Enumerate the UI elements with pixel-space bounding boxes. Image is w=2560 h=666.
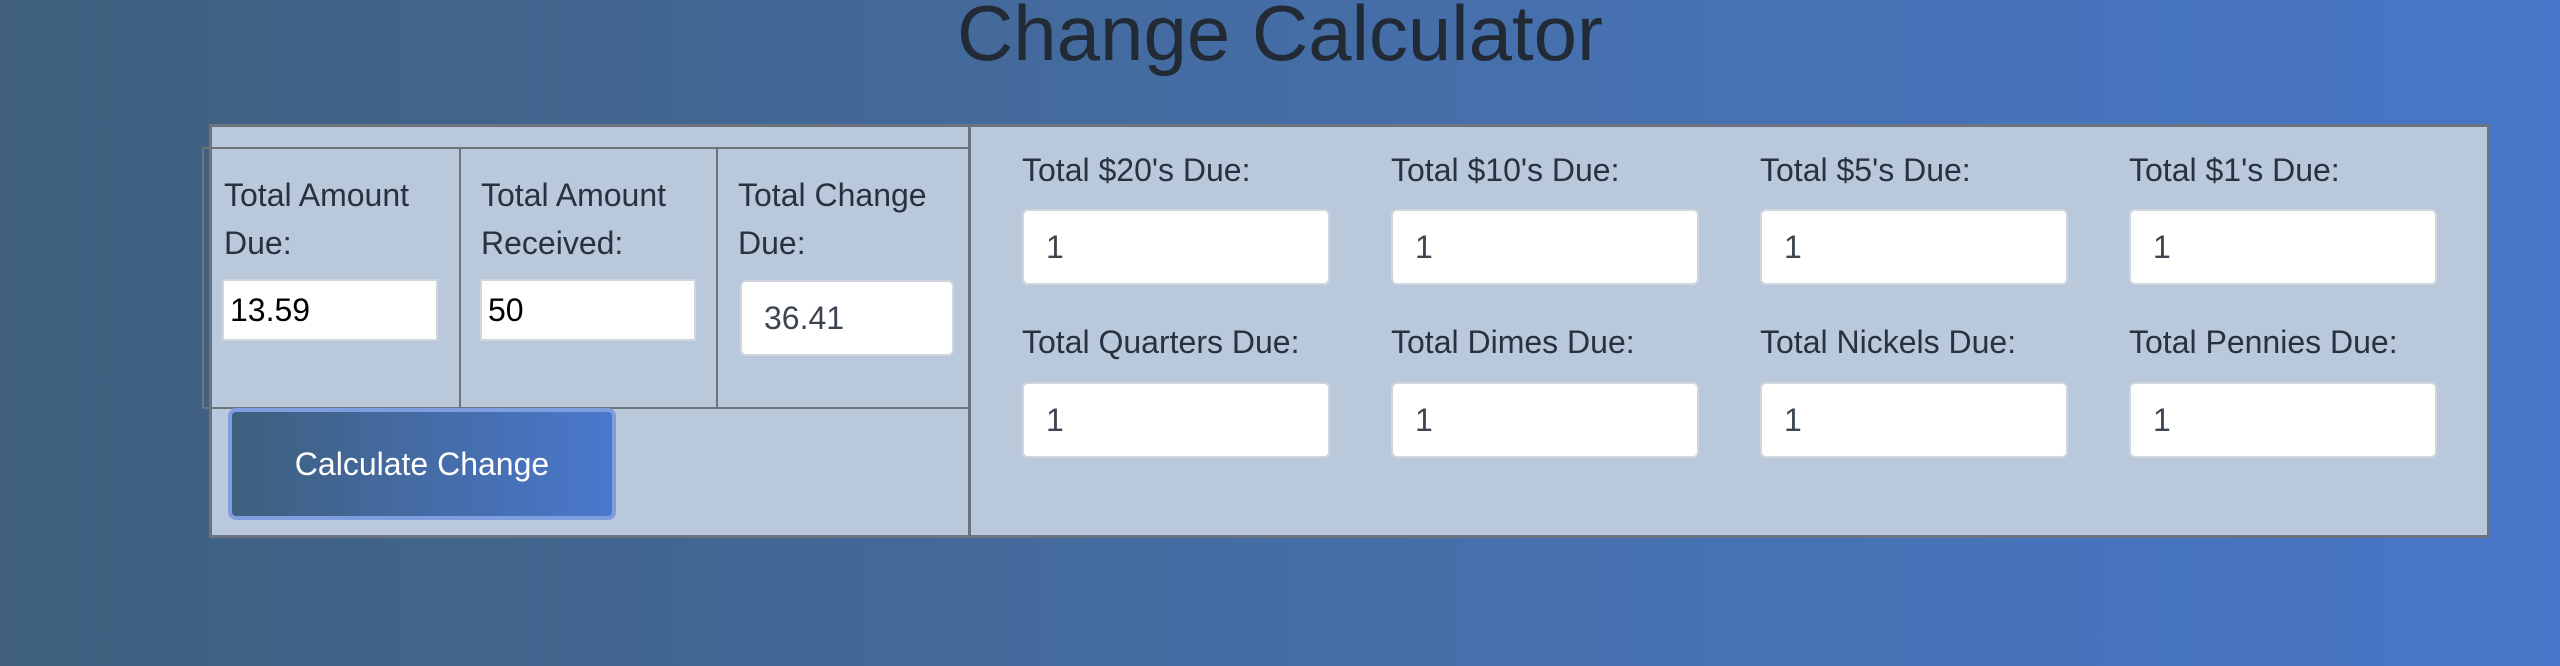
tens-label: Total $10's Due: — [1391, 152, 1620, 188]
ones-output — [2129, 209, 2437, 285]
amount-received-label-line2: Received: — [481, 225, 624, 261]
quarters-output — [1022, 382, 1330, 458]
tens-output — [1391, 209, 1699, 285]
change-due-label: Total Change Due: — [738, 171, 927, 267]
dimes-output — [1391, 382, 1699, 458]
change-due-output — [740, 280, 954, 356]
change-due-cell: Total Change Due: — [716, 147, 975, 409]
amount-due-cell: Total Amount Due: — [202, 147, 461, 409]
amount-due-label-line1: Total Amount — [224, 177, 409, 213]
fives-label: Total $5's Due: — [1760, 152, 1971, 188]
change-due-label-line2: Due: — [738, 225, 806, 261]
amount-received-input[interactable] — [480, 279, 696, 341]
amount-due-input[interactable] — [222, 279, 438, 341]
ones-label: Total $1's Due: — [2129, 152, 2340, 188]
change-due-label-line1: Total Change — [738, 177, 927, 213]
quarters-label: Total Quarters Due: — [1022, 324, 1300, 360]
amount-received-label-line1: Total Amount — [481, 177, 666, 213]
amount-due-label: Total Amount Due: — [224, 171, 409, 267]
amount-received-label: Total Amount Received: — [481, 171, 666, 267]
calculate-change-button[interactable]: Calculate Change — [228, 408, 616, 520]
nickels-output — [1760, 382, 2068, 458]
nickels-label: Total Nickels Due: — [1760, 324, 2017, 360]
amount-due-label-line2: Due: — [224, 225, 292, 261]
twenties-output — [1022, 209, 1330, 285]
pennies-output — [2129, 382, 2437, 458]
amount-received-cell: Total Amount Received: — [459, 147, 718, 409]
dimes-label: Total Dimes Due: — [1391, 324, 1635, 360]
page-title: Change Calculator — [956, 0, 1604, 77]
fives-output — [1760, 209, 2068, 285]
twenties-label: Total $20's Due: — [1022, 152, 1251, 188]
pennies-label: Total Pennies Due: — [2129, 324, 2398, 360]
